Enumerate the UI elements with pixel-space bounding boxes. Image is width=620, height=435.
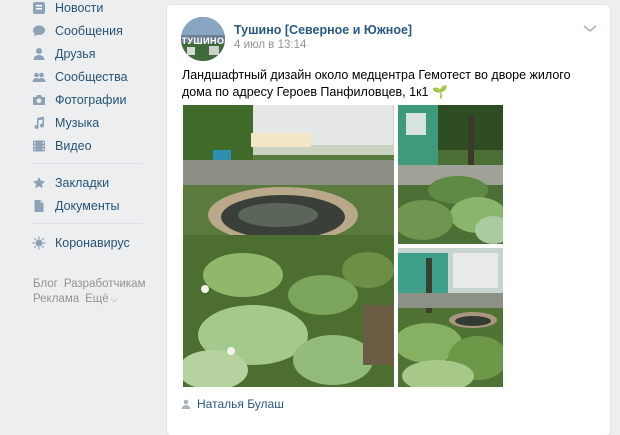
post-signer[interactable]: Наталья Булаш (181, 397, 284, 411)
friends-icon (32, 47, 46, 61)
sidebar-item-music[interactable]: Музыка (32, 112, 99, 134)
post-photo-1[interactable] (183, 105, 394, 387)
sidebar-item-label: Сообщества (55, 70, 128, 84)
sidebar-item-coronavirus[interactable]: Коронавирус (32, 232, 130, 254)
sidebar-divider (32, 223, 142, 224)
sidebar-item-friends[interactable]: Друзья (32, 43, 96, 65)
sidebar-item-messages[interactable]: Сообщения (32, 20, 123, 42)
messages-icon (32, 24, 46, 38)
post-text-body: Ландшафтный дизайн около медцентра Гемот… (182, 68, 571, 99)
chevron-down-icon: ⌵ (110, 294, 118, 304)
post-text: Ландшафтный дизайн около медцентра Гемот… (182, 67, 592, 101)
post-photo-3[interactable] (398, 248, 503, 387)
footer-links-row-1: Блог Разработчикам (33, 278, 151, 290)
sidebar-item-label: Друзья (55, 47, 96, 61)
post-menu-chevron-icon[interactable] (582, 23, 598, 35)
sidebar-item-video[interactable]: Видео (32, 135, 92, 157)
avatar-label: ТУШИНО (181, 36, 225, 46)
music-icon (32, 116, 46, 130)
sidebar-item-label: Музыка (55, 116, 100, 130)
footer-link-more[interactable]: Ещё (85, 293, 109, 305)
left-sidebar: Новости Сообщения Друзья Сообщества Фото… (0, 0, 160, 421)
sidebar-item-label: Документы (55, 199, 120, 213)
news-icon (32, 1, 46, 15)
sidebar-divider (32, 163, 142, 164)
avatar[interactable]: ТУШИНО (181, 17, 225, 61)
sidebar-item-bookmarks[interactable]: Закладки (32, 172, 109, 194)
footer-links-row-2: Реклама Ещё ⌵ (33, 293, 124, 305)
user-icon (181, 399, 191, 409)
sidebar-item-label: Коронавирус (55, 236, 130, 250)
footer-link-blog[interactable]: Блог (33, 278, 58, 290)
video-icon (32, 139, 46, 153)
post-photo-2[interactable] (398, 105, 503, 244)
seedling-emoji: 🌱 (431, 85, 448, 99)
footer-link-ads[interactable]: Реклама (33, 293, 79, 305)
photos-icon (32, 93, 46, 107)
sidebar-item-photos[interactable]: Фотографии (32, 89, 126, 111)
post-author-link[interactable]: Тушино [Северное и Южное] (234, 23, 412, 37)
bookmarks-icon (32, 176, 46, 190)
sidebar-item-news[interactable]: Новости (32, 0, 103, 19)
sidebar-item-label: Сообщения (55, 24, 123, 38)
communities-icon (32, 70, 46, 84)
post-card: ТУШИНО Тушино [Северное и Южное] 4 июл в… (167, 5, 610, 435)
sidebar-item-communities[interactable]: Сообщества (32, 66, 128, 88)
sidebar-item-label: Фотографии (55, 93, 127, 107)
documents-icon (32, 199, 46, 213)
sidebar-item-label: Новости (55, 1, 104, 15)
footer-link-developers[interactable]: Разработчикам (64, 278, 146, 290)
post-date[interactable]: 4 июл в 13:14 (234, 39, 306, 51)
sidebar-item-label: Закладки (55, 176, 110, 190)
post-signer-name: Наталья Булаш (197, 397, 284, 411)
sidebar-item-documents[interactable]: Документы (32, 195, 119, 217)
sidebar-item-label: Видео (55, 139, 92, 153)
coronavirus-icon (32, 236, 46, 250)
